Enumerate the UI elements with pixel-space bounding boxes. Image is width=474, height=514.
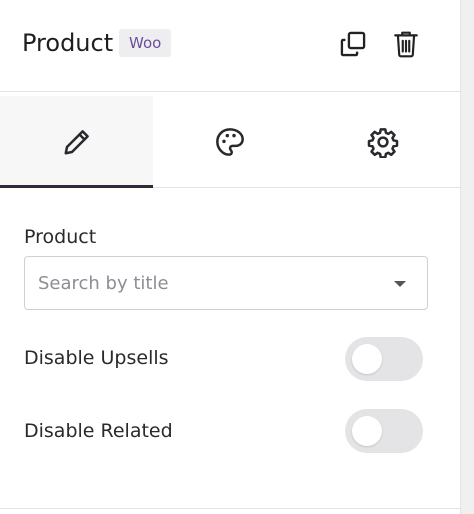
- tab-bar: [0, 96, 460, 188]
- product-field-label: Product: [24, 226, 97, 248]
- disable-related-label: Disable Related: [24, 420, 173, 442]
- palette-icon: [216, 127, 244, 156]
- disable-related-toggle[interactable]: [345, 409, 423, 453]
- disable-upsells-label: Disable Upsells: [24, 347, 169, 369]
- product-widget-panel: Product Woo Product Search by title Disa…: [0, 0, 474, 514]
- tab-advanced[interactable]: [307, 96, 460, 187]
- woo-badge: Woo: [119, 29, 172, 57]
- section-divider: [0, 508, 460, 509]
- duplicate-button[interactable]: [337, 28, 369, 60]
- tab-content[interactable]: [0, 96, 154, 188]
- panel-title: Product: [22, 29, 114, 57]
- tab-style[interactable]: [153, 96, 306, 187]
- gear-icon: [368, 127, 399, 158]
- copy-icon: [340, 31, 366, 57]
- pencil-icon: [64, 129, 89, 154]
- chevron-down-icon: [394, 281, 406, 287]
- panel-header: Product Woo: [0, 0, 460, 92]
- toggle-knob: [352, 344, 382, 374]
- product-search-select[interactable]: Search by title: [24, 256, 428, 310]
- delete-button[interactable]: [390, 28, 422, 60]
- panel-edge: [460, 0, 474, 514]
- disable-upsells-toggle[interactable]: [345, 337, 423, 381]
- toggle-knob: [352, 416, 382, 446]
- trash-icon: [394, 31, 418, 58]
- product-search-placeholder: Search by title: [38, 273, 169, 294]
